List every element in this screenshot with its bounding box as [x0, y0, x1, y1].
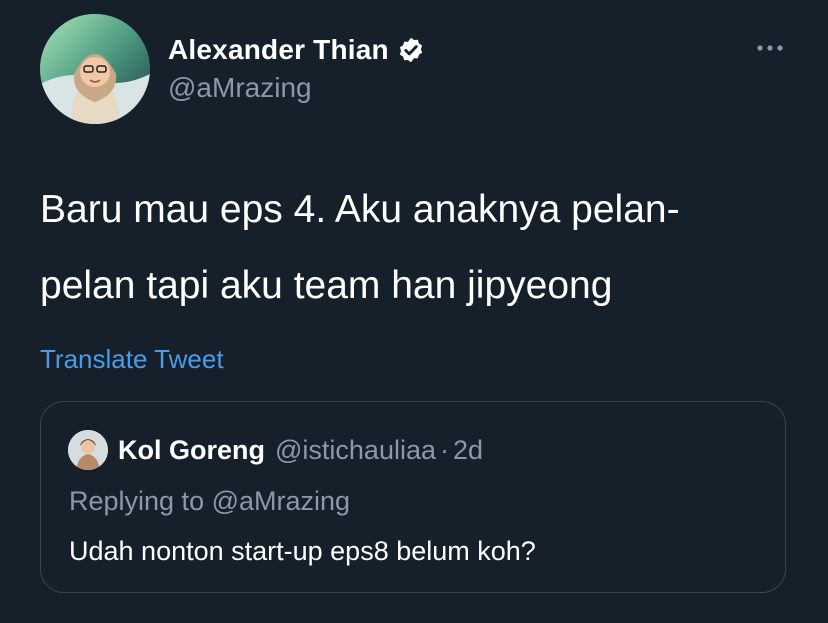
tweet-text: Baru mau eps 4. Aku anaknya pelan- pelan… — [40, 172, 780, 324]
author-name-row: Alexander Thian — [168, 30, 425, 70]
quoted-tweet-text: Udah nonton start-up eps8 belum koh? — [69, 536, 536, 566]
replying-to-line: Replying to @aMrazing — [69, 486, 350, 517]
tweet-card: Alexander Thian @aMrazing Baru mau eps 4… — [0, 0, 828, 623]
quoted-author-avatar — [68, 430, 108, 470]
author-avatar[interactable] — [40, 14, 150, 124]
dot-separator: · — [440, 434, 449, 465]
tweet-text-line: Baru mau eps 4. Aku anaknya pelan- — [40, 188, 680, 231]
quoted-tweet-header: Kol Goreng @istichauliaa · 2d — [68, 430, 483, 470]
quoted-author-handle: @istichauliaa — [275, 434, 436, 465]
verified-badge-icon — [397, 36, 425, 64]
author-name[interactable]: Alexander Thian — [168, 34, 389, 66]
more-options-icon[interactable] — [752, 36, 788, 60]
translate-tweet-link[interactable]: Translate Tweet — [40, 344, 224, 375]
quoted-author-name: Kol Goreng — [118, 434, 265, 465]
author-handle[interactable]: @aMrazing — [168, 72, 312, 104]
quoted-tweet-time: 2d — [453, 434, 484, 465]
replying-prefix: Replying to — [69, 486, 205, 516]
quoted-tweet[interactable]: Kol Goreng @istichauliaa · 2d Replying t… — [40, 401, 786, 593]
tweet-text-line: pelan tapi aku team han jipyeong — [40, 264, 613, 307]
quoted-profile-photo-icon — [68, 430, 108, 470]
replying-to-handle: @aMrazing — [211, 486, 351, 516]
profile-photo-icon — [40, 14, 150, 124]
